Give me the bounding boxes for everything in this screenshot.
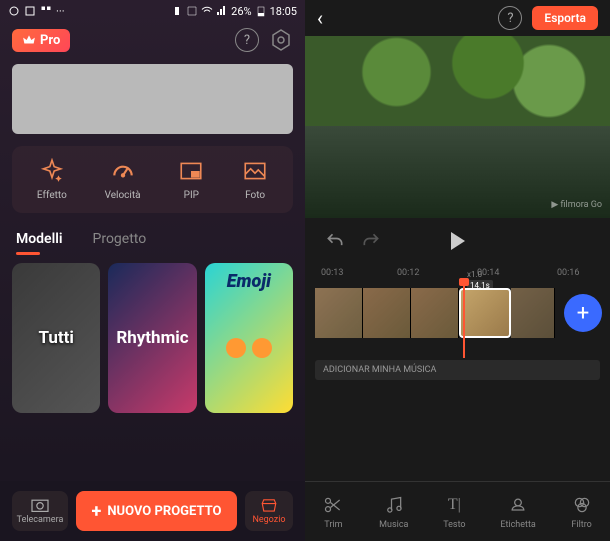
template-all[interactable]: Tutti (12, 263, 100, 413)
trim-tool[interactable]: Trim (322, 494, 344, 530)
pip-icon (178, 158, 204, 184)
sparkle-icon (39, 158, 65, 184)
clip[interactable] (411, 288, 459, 338)
apps-status-icon (40, 5, 52, 17)
photo-tool[interactable]: Foto (242, 158, 268, 201)
text-icon: T| (443, 494, 465, 516)
clip[interactable] (363, 288, 411, 338)
time-ruler[interactable]: 00:13 00:12 00:14 00:16 (305, 264, 610, 282)
scissors-icon (323, 495, 343, 515)
pro-badge[interactable]: Pro (12, 29, 70, 52)
shop-button[interactable]: Negozio (245, 491, 293, 531)
camera-icon (30, 497, 50, 513)
speed-tool[interactable]: Velocità (105, 158, 141, 201)
plus-icon: + (92, 501, 102, 522)
help-button[interactable]: ? (235, 28, 259, 52)
gauge-icon (110, 158, 136, 184)
battery-icon (255, 5, 267, 17)
add-clip-button[interactable]: + (564, 294, 602, 332)
timeline[interactable]: x1.0 14.1s + (305, 282, 610, 358)
wifi-icon (201, 5, 213, 17)
pip-tool[interactable]: PIP (178, 158, 204, 201)
template-emoji[interactable]: Emoji (205, 263, 293, 413)
clock: 18:05 (270, 5, 297, 18)
music-icon (384, 495, 404, 515)
crown-icon (22, 33, 36, 47)
help-button[interactable]: ? (498, 6, 522, 30)
back-button[interactable]: ‹ (317, 6, 323, 30)
status-bar: ··· 26% 18:05 (0, 0, 305, 22)
play-button[interactable] (451, 232, 465, 250)
add-music-track[interactable]: ADICIONAR MINHA MÚSICA (315, 360, 600, 380)
export-button[interactable]: Esporta (532, 6, 598, 30)
shop-icon (260, 497, 278, 513)
effect-tool[interactable]: Effetto (37, 158, 67, 201)
clip[interactable] (315, 288, 363, 338)
tag-icon (508, 495, 528, 515)
clip-selected[interactable] (459, 288, 511, 338)
template-rhythmic[interactable]: Rhythmic (108, 263, 196, 413)
text-tool[interactable]: T| Testo (443, 494, 465, 530)
battery-percent: 26% (231, 5, 251, 18)
tab-project[interactable]: Progetto (93, 225, 147, 253)
filter-icon (572, 495, 592, 515)
label-tool[interactable]: Etichetta (500, 494, 535, 530)
playhead[interactable] (463, 282, 465, 358)
clip[interactable] (511, 288, 555, 338)
signal-icon (216, 5, 228, 17)
camera-button[interactable]: Telecamera (12, 491, 68, 531)
banner-placeholder[interactable] (12, 64, 293, 134)
watermark: ▶ filmora Go (551, 200, 602, 210)
tools-row: Effetto Velocità PIP Foto (12, 146, 293, 213)
photo-icon (242, 158, 268, 184)
vibrate-icon (171, 5, 183, 17)
image-status-icon (24, 5, 36, 17)
settings-button[interactable] (269, 28, 293, 52)
new-project-button[interactable]: + NUOVO PROGETTO (76, 491, 237, 531)
redo-button[interactable] (361, 231, 381, 251)
nfc-icon (186, 5, 198, 17)
video-preview[interactable]: ▶ filmora Go (305, 36, 610, 218)
tab-models[interactable]: Modelli (16, 225, 63, 253)
gear-icon (269, 28, 293, 52)
camera-status-icon (8, 5, 20, 17)
undo-button[interactable] (325, 231, 345, 251)
filter-tool[interactable]: Filtro (571, 494, 593, 530)
zoom-level: x1.0 (467, 270, 482, 279)
music-tool[interactable]: Musica (379, 494, 408, 530)
